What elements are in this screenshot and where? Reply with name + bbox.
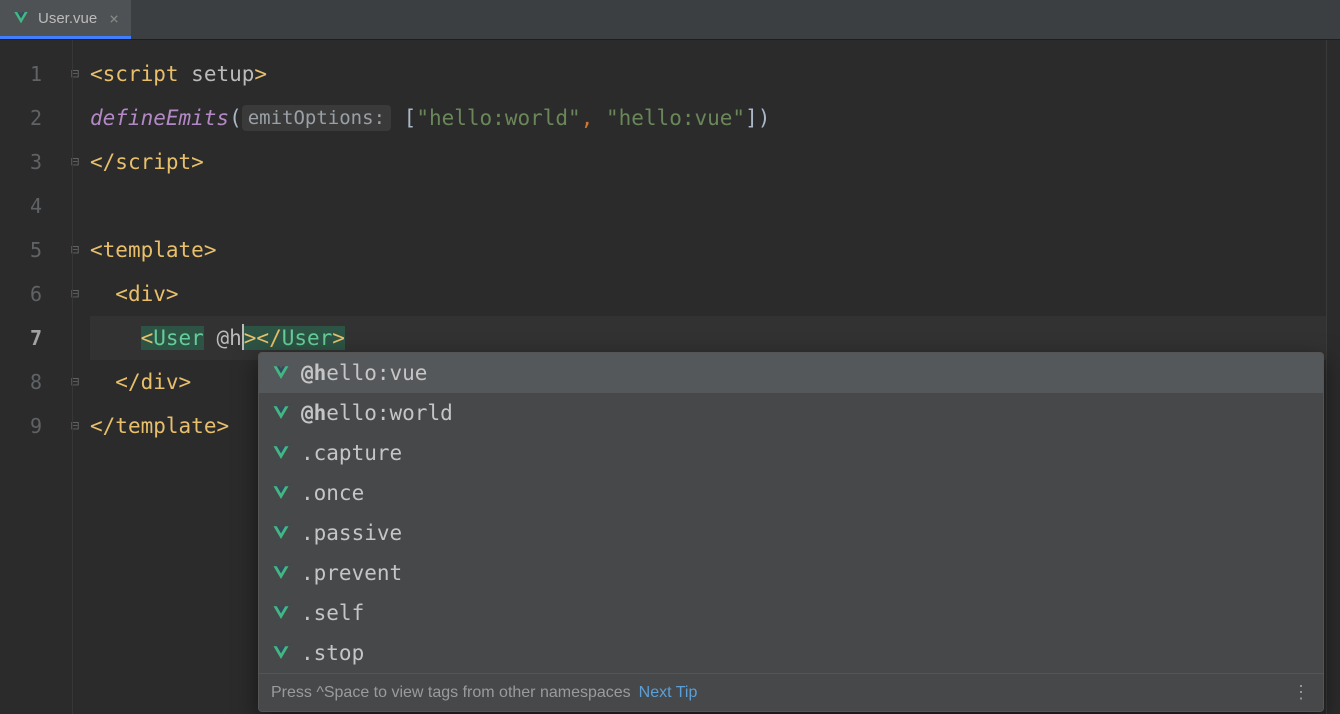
next-tip-link[interactable]: Next Tip xyxy=(639,684,698,702)
line-number: 1 xyxy=(0,52,42,96)
fold-column: ⊟ ⊟ ⊟ ⊟ ⊟ ⊟ xyxy=(60,40,90,714)
line-number: 8 xyxy=(0,360,42,404)
vue-icon xyxy=(271,563,291,583)
autocomplete-item[interactable]: .prevent xyxy=(259,553,1323,593)
autocomplete-item[interactable]: @hello:world xyxy=(259,393,1323,433)
vue-icon xyxy=(12,9,30,27)
footer-hint: Press ^Space to view tags from other nam… xyxy=(271,684,631,702)
line-number: 9 xyxy=(0,404,42,448)
autocomplete-item[interactable]: @hello:vue xyxy=(259,353,1323,393)
tab-filename: User.vue xyxy=(38,10,97,27)
fold-icon[interactable]: ⊟ xyxy=(60,272,90,316)
more-icon[interactable]: ⋮ xyxy=(1292,682,1311,703)
autocomplete-item[interactable]: .once xyxy=(259,473,1323,513)
line-number: 2 xyxy=(0,96,42,140)
tab-bar: User.vue × xyxy=(0,0,1340,40)
line-number: 6 xyxy=(0,272,42,316)
vue-icon xyxy=(271,363,291,383)
line-gutter: 1 2 3 4 5 6 7 8 9 xyxy=(0,40,60,714)
code-line: <script setup> xyxy=(90,52,1340,96)
autocomplete-item[interactable]: .capture xyxy=(259,433,1323,473)
autocomplete-item[interactable]: .self xyxy=(259,593,1323,633)
code-line: <template> xyxy=(90,228,1340,272)
autocomplete-item[interactable]: .passive xyxy=(259,513,1323,553)
file-tab[interactable]: User.vue × xyxy=(0,0,131,39)
autocomplete-footer: Press ^Space to view tags from other nam… xyxy=(259,673,1323,711)
fold-icon[interactable]: ⊟ xyxy=(60,360,90,404)
vue-icon xyxy=(271,603,291,623)
close-icon[interactable]: × xyxy=(109,9,119,28)
code-line: defineEmits( emitOptions: ["hello:world"… xyxy=(90,96,1340,140)
line-number: 5 xyxy=(0,228,42,272)
vue-icon xyxy=(271,643,291,663)
fold-icon[interactable]: ⊟ xyxy=(60,52,90,96)
editor-right-margin xyxy=(1326,40,1340,714)
autocomplete-popup: @hello:vue @hello:world .capture .once .… xyxy=(258,352,1324,712)
fold-icon[interactable]: ⊟ xyxy=(60,404,90,448)
inlay-hint: emitOptions: xyxy=(242,105,391,131)
vue-icon xyxy=(271,523,291,543)
code-line: <div> xyxy=(90,272,1340,316)
vue-icon xyxy=(271,483,291,503)
line-number-current: 7 xyxy=(0,316,42,360)
code-line xyxy=(90,184,1340,228)
fold-icon[interactable]: ⊟ xyxy=(60,140,90,184)
line-number: 3 xyxy=(0,140,42,184)
fold-icon[interactable]: ⊟ xyxy=(60,228,90,272)
vue-icon xyxy=(271,443,291,463)
autocomplete-item[interactable]: .stop xyxy=(259,633,1323,673)
code-line: </script> xyxy=(90,140,1340,184)
line-number: 4 xyxy=(0,184,42,228)
vue-icon xyxy=(271,403,291,423)
